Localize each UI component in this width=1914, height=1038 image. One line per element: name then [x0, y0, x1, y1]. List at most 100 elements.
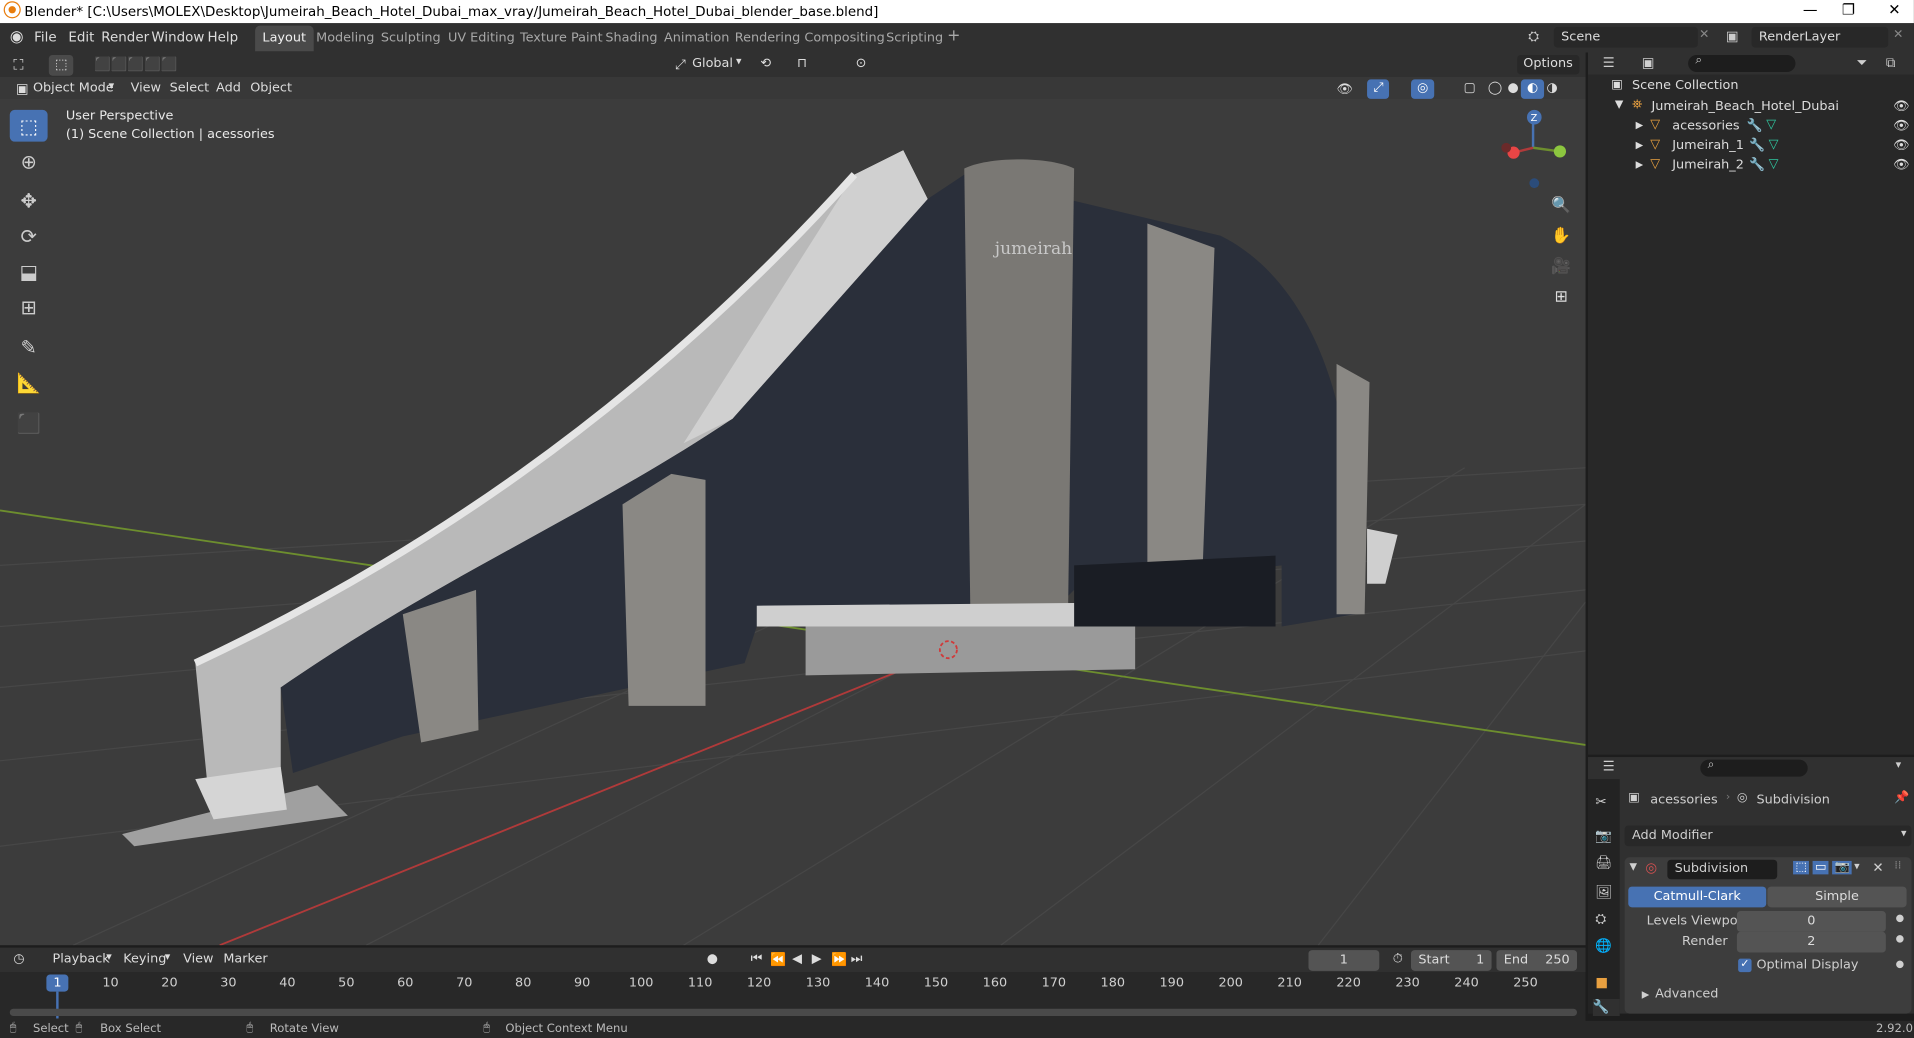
pin-icon[interactable]: 📌: [1894, 791, 1909, 804]
eye-icon[interactable]: 👁: [1893, 156, 1909, 173]
add-cube-tool[interactable]: ⬛: [10, 407, 48, 439]
render-layer-field[interactable]: RenderLayer: [1751, 26, 1889, 48]
visibility-icon[interactable]: 👁: [1330, 79, 1358, 99]
outliner-row-object[interactable]: ▶ ▽ Jumeirah_2 🔧 ▽ 👁: [1588, 156, 1914, 176]
scene-tab-icon[interactable]: ⛭: [1595, 911, 1606, 928]
eye-icon[interactable]: 👁: [1893, 117, 1909, 133]
remove-modifier-icon[interactable]: ✕: [1872, 860, 1883, 876]
menu-view[interactable]: View: [125, 79, 168, 99]
props-search-input[interactable]: [1700, 759, 1808, 777]
advanced-expand-icon[interactable]: ▶: [1642, 989, 1650, 1000]
render-levels-field[interactable]: 2: [1736, 931, 1886, 953]
timeline-scrollbar[interactable]: [9, 1008, 1578, 1017]
menu-edit[interactable]: Edit: [68, 29, 94, 45]
modifier-tab-icon[interactable]: 🔧: [1592, 998, 1620, 1017]
transform-tool[interactable]: ⊞: [10, 291, 48, 323]
start-frame-field[interactable]: Start 1: [1411, 950, 1492, 971]
viewport-scene[interactable]: jumeirah: [0, 53, 1586, 946]
simple-button[interactable]: Simple: [1767, 886, 1907, 908]
rotate-tool[interactable]: ⟳: [10, 220, 48, 252]
catmull-clark-button[interactable]: Catmull-Clark: [1628, 886, 1767, 908]
world-tab-icon[interactable]: 🌐: [1595, 938, 1612, 954]
modifier-name-field[interactable]: Subdivision: [1667, 859, 1778, 880]
tab-texture-paint[interactable]: Texture Paint: [513, 26, 610, 52]
menu-render[interactable]: Render: [101, 29, 149, 45]
chevron-down-icon[interactable]: ▾: [1854, 861, 1860, 873]
tool-tab-icon[interactable]: ✂: [1595, 794, 1606, 810]
scale-tool[interactable]: ⬓: [10, 255, 48, 287]
eye-icon[interactable]: 👁: [1893, 98, 1909, 114]
pan-hand-icon[interactable]: ✋: [1548, 222, 1575, 249]
menu-select[interactable]: Select: [164, 79, 216, 99]
record-icon[interactable]: ●: [701, 950, 724, 970]
chevron-down-icon[interactable]: ▾: [730, 55, 748, 75]
scene-field[interactable]: Scene: [1553, 26, 1698, 48]
menu-marker[interactable]: Marker: [217, 950, 274, 970]
navigation-gizmo[interactable]: Z: [1496, 107, 1569, 192]
close-render-layer-icon[interactable]: ✕: [1893, 28, 1903, 41]
render-toggle-icon[interactable]: 📷: [1832, 860, 1853, 875]
chevron-down-icon[interactable]: ▾: [103, 79, 121, 99]
close-scene-icon[interactable]: ✕: [1699, 28, 1709, 41]
timeline-editor-icon[interactable]: ◷: [7, 950, 30, 970]
editor-type-icon[interactable]: ⛶: [7, 55, 29, 75]
filter-icon[interactable]: ⏷: [1857, 55, 1868, 72]
collapse-arrow-icon[interactable]: ▼: [1630, 861, 1638, 872]
expand-arrow-icon[interactable]: ▼: [1615, 99, 1623, 111]
expand-arrow-icon[interactable]: ▶: [1636, 159, 1644, 170]
outliner-editor-icon[interactable]: ☰: [1603, 55, 1615, 71]
display-mode-icon[interactable]: ▣: [1642, 55, 1655, 71]
options-dropdown[interactable]: Options: [1517, 54, 1579, 75]
tab-modeling[interactable]: Modeling: [309, 26, 382, 52]
selection-modes-icon[interactable]: ⬛⬛⬛⬛⬛: [88, 55, 184, 75]
menu-object[interactable]: Object: [244, 79, 298, 99]
output-tab-icon[interactable]: 🖨: [1595, 855, 1612, 871]
minimize-button[interactable]: —: [1803, 1, 1818, 18]
snap-icon[interactable]: ⊓: [791, 55, 813, 75]
blender-menu-icon[interactable]: ◉: [10, 28, 24, 46]
chevron-down-icon[interactable]: ▾: [100, 950, 118, 970]
zoom-icon[interactable]: 🔍: [1548, 192, 1575, 219]
camera-view-icon[interactable]: 🎥: [1548, 253, 1575, 280]
viewport-toggle-icon[interactable]: ▭: [1812, 860, 1830, 875]
measure-tool[interactable]: 📐: [10, 366, 48, 398]
mesh-data-icon[interactable]: ▽: [1766, 117, 1776, 132]
keyframe-dot-icon[interactable]: ●: [1896, 933, 1905, 944]
edit-mode-toggle-icon[interactable]: ⬚: [1793, 860, 1810, 875]
current-frame-field[interactable]: 1: [1308, 950, 1380, 971]
advanced-panel-label[interactable]: Advanced: [1655, 987, 1718, 1002]
levels-viewport-field[interactable]: 0: [1736, 911, 1886, 932]
tab-sculpting[interactable]: Sculpting: [374, 26, 448, 52]
menu-window[interactable]: Window: [151, 29, 204, 45]
outliner-row-object[interactable]: ▶ ▽ acessories 🔧 ▽ 👁: [1588, 117, 1914, 137]
render-layer-icon[interactable]: ▣: [1726, 28, 1739, 44]
tab-shading[interactable]: Shading: [598, 26, 665, 52]
expand-arrow-icon[interactable]: ▶: [1636, 120, 1644, 131]
new-collection-icon[interactable]: ⧉: [1886, 55, 1896, 72]
tab-compositing[interactable]: Compositing: [797, 26, 892, 52]
3d-viewport[interactable]: jumeirah ⛶ ⬚ ⬛⬛⬛⬛⬛ ⤢ Global ▾ ⟲ ⊓ ⊙ Opti…: [0, 52, 1586, 946]
modifier-wrench-icon[interactable]: 🔧: [1749, 156, 1765, 173]
move-tool[interactable]: ✥: [10, 184, 48, 216]
outliner-row-collection[interactable]: ▼ ⛯ Jumeirah_Beach_Hotel_Dubai 👁: [1588, 98, 1914, 118]
frame-ruler[interactable]: 1 10 20 30 40 50 60 70 80 90 100 110 120 130 140 150 160…: [0, 972, 1586, 1021]
preview-range-icon[interactable]: ⏱: [1387, 950, 1409, 970]
object-tab-icon[interactable]: ■: [1595, 975, 1608, 991]
tab-rendering[interactable]: Rendering: [727, 26, 807, 52]
maximize-button[interactable]: ❐: [1842, 1, 1855, 18]
close-button[interactable]: ✕: [1888, 1, 1900, 18]
overlay-toggle-icon[interactable]: ◎: [1411, 79, 1435, 99]
scene-icon[interactable]: ⛭: [1528, 28, 1539, 45]
drag-handle-icon[interactable]: ⁞⁞: [1894, 860, 1901, 872]
outliner-row-object[interactable]: ▶ ▽ Jumeirah_1 🔧 ▽ 👁: [1588, 137, 1914, 157]
proportional-edit-icon[interactable]: ⊙: [850, 55, 873, 75]
tab-animation[interactable]: Animation: [657, 26, 737, 52]
select-box-tool[interactable]: ⬚: [9, 109, 48, 142]
end-frame-field[interactable]: End 250: [1496, 950, 1578, 971]
annotate-tool[interactable]: ✎: [10, 331, 48, 363]
menu-add[interactable]: Add: [210, 79, 247, 99]
keyframe-dot-icon[interactable]: ●: [1896, 912, 1905, 923]
select-tool-mode-icon[interactable]: ⬚: [48, 54, 74, 76]
keyframe-dot-icon[interactable]: ●: [1896, 959, 1905, 970]
modifier-wrench-icon[interactable]: 🔧: [1749, 137, 1765, 153]
